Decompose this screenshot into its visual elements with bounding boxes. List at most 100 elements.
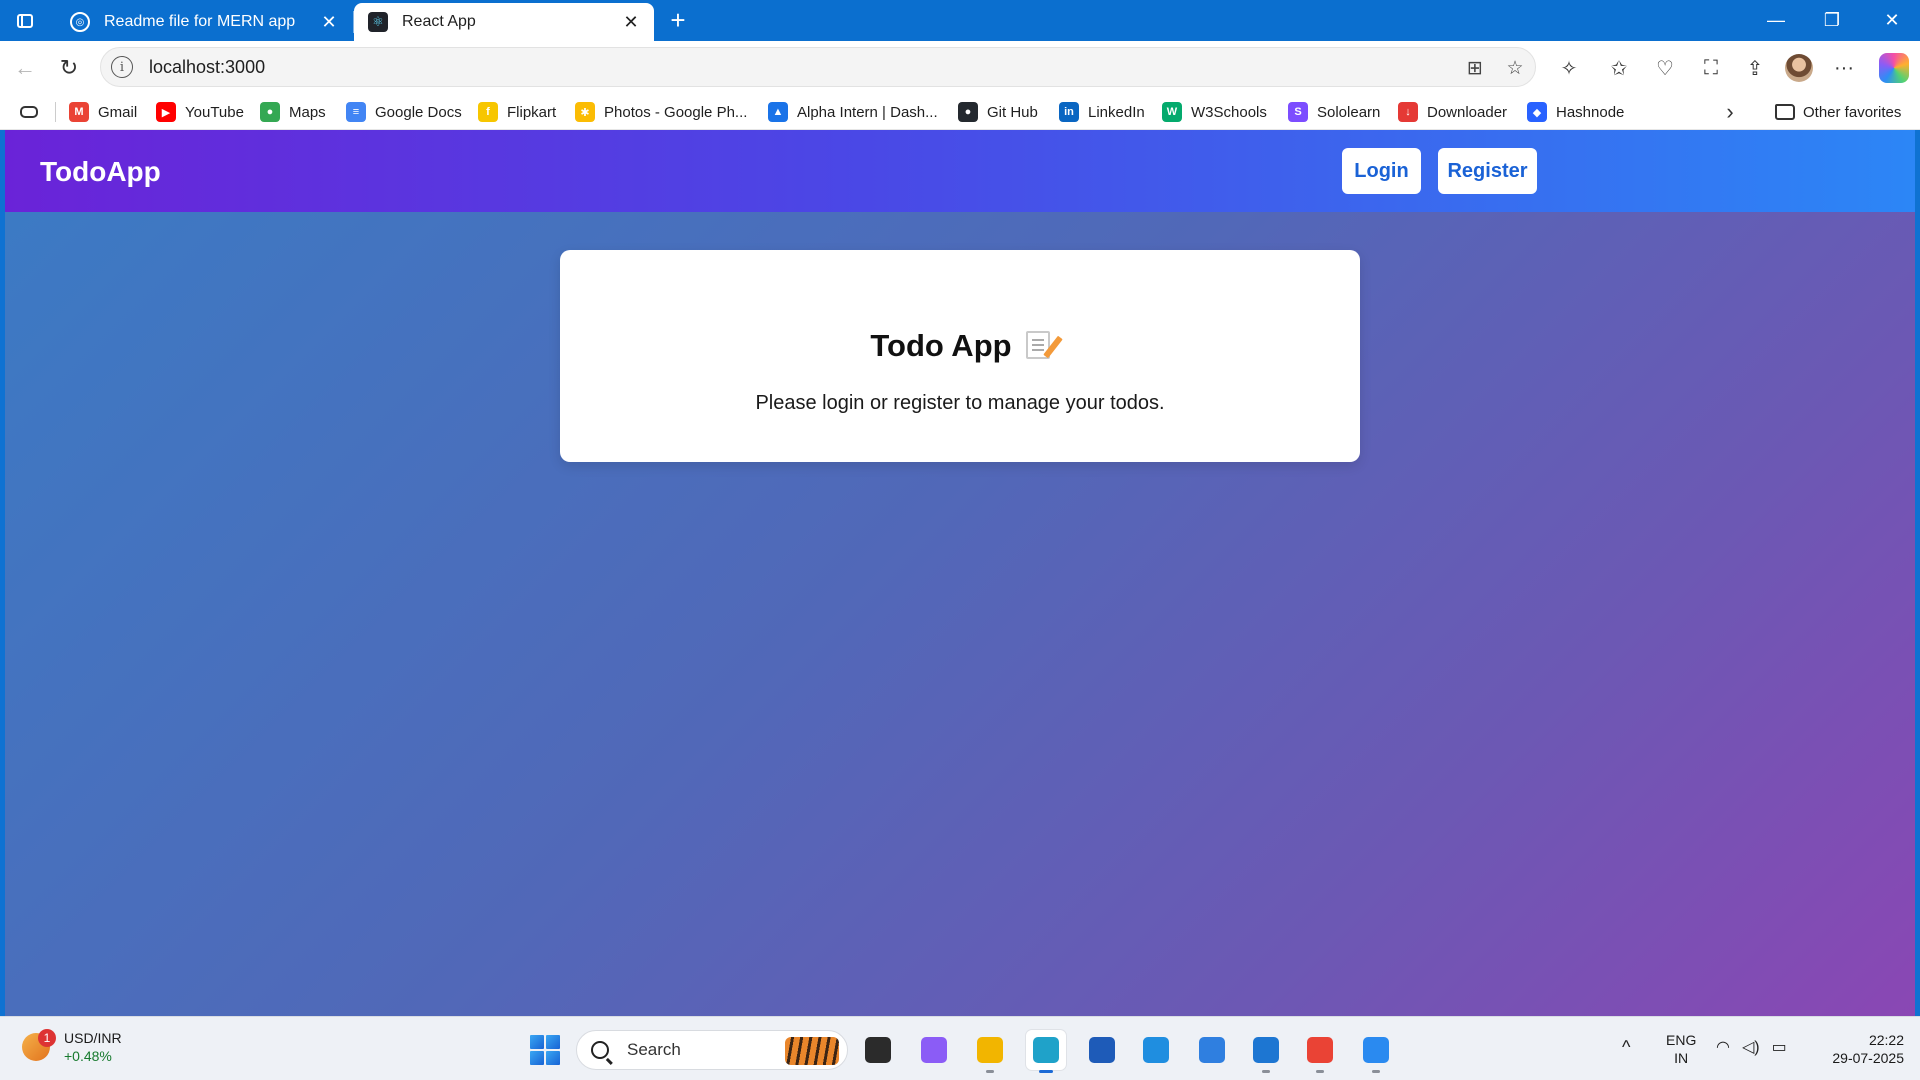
login-button[interactable]: Login: [1342, 148, 1421, 194]
search-icon: [591, 1041, 609, 1059]
copilot-icon[interactable]: [1879, 53, 1909, 83]
app-glyph: [865, 1037, 891, 1063]
app-glyph: [1089, 1037, 1115, 1063]
tab-actions-icon[interactable]: [12, 9, 38, 33]
taskbar-search[interactable]: Search: [576, 1030, 848, 1070]
myhp-icon[interactable]: [1136, 1030, 1176, 1070]
favorite-linkedin[interactable]: in LinkedIn: [1059, 100, 1145, 124]
maps-icon: ●: [260, 102, 280, 122]
favorite-w3schools[interactable]: W W3Schools: [1162, 100, 1267, 124]
favorite-alpha-intern-dash[interactable]: ▲ Alpha Intern | Dash...: [768, 100, 938, 124]
app-glyph: [1143, 1037, 1169, 1063]
get-help-icon[interactable]: [1192, 1030, 1232, 1070]
edge-icon[interactable]: [1026, 1030, 1066, 1073]
gmail-icon: M: [69, 102, 89, 122]
github-icon: ●: [958, 102, 978, 122]
back-button[interactable]: ←: [10, 53, 40, 83]
language-code: ENG: [1666, 1032, 1697, 1048]
app-brand[interactable]: TodoApp: [40, 156, 161, 188]
hashnode-icon: ◆: [1527, 102, 1547, 122]
running-indicator: [986, 1070, 994, 1073]
search-highlight-image: [785, 1037, 839, 1065]
close-tab-icon[interactable]: ✕: [320, 13, 338, 31]
favorite-label: YouTube: [185, 103, 244, 121]
favorite-photos-google-ph[interactable]: ✱ Photos - Google Ph...: [575, 100, 747, 124]
address-bar[interactable]: i localhost:3000 ⊞ ☆: [100, 47, 1536, 87]
system-tray[interactable]: ◠ ◁) ▭: [1716, 1037, 1787, 1057]
more-favorites-chevron-icon[interactable]: ›: [1718, 100, 1742, 124]
file-explorer-icon[interactable]: [970, 1030, 1010, 1073]
favorite-label: Downloader: [1427, 103, 1508, 121]
app-available-icon[interactable]: ⊞: [1463, 56, 1487, 80]
favorite-flipkart[interactable]: f Flipkart: [478, 100, 556, 124]
react-icon: ⚛: [368, 12, 388, 32]
favorite-gmail[interactable]: M Gmail: [69, 100, 137, 124]
restore-button[interactable]: ❐: [1804, 0, 1860, 41]
favorite-label: Hashnode: [1556, 103, 1625, 121]
favorite-label: Photos - Google Ph...: [604, 103, 748, 121]
language-region: IN: [1674, 1050, 1689, 1066]
vscode-icon[interactable]: [1246, 1030, 1286, 1073]
share-icon[interactable]: ⇪: [1740, 53, 1770, 83]
windows-start-icon[interactable]: [530, 1035, 560, 1065]
tab-title: React App: [402, 13, 476, 30]
photos-app-icon[interactable]: [1356, 1030, 1396, 1073]
profile-avatar[interactable]: [1785, 54, 1813, 82]
task-view-icon[interactable]: [858, 1030, 898, 1070]
screenshot-icon[interactable]: ⛶: [1696, 53, 1726, 83]
search-placeholder: Search: [627, 1040, 681, 1059]
card-message: Please login or register to manage your …: [755, 392, 1165, 414]
extensions-icon[interactable]: ✧: [1554, 53, 1584, 83]
favorite-label: Maps: [289, 103, 326, 121]
linkedin-icon: in: [1059, 102, 1079, 122]
minimize-button[interactable]: —: [1748, 0, 1804, 41]
notification-badge: 1: [38, 1029, 56, 1047]
microsoft-store-icon[interactable]: [1082, 1030, 1122, 1070]
favorite-label: Gmail: [98, 103, 138, 121]
register-button[interactable]: Register: [1438, 148, 1537, 194]
favorite-google-docs[interactable]: ≡ Google Docs: [346, 100, 462, 124]
taskbar-clock[interactable]: 22:22 29-07-2025: [1814, 1031, 1904, 1067]
flipkart-icon: f: [478, 102, 498, 122]
close-window-button[interactable]: ✕: [1864, 0, 1920, 41]
favorite-youtube[interactable]: ▶ YouTube: [156, 100, 244, 124]
chatgpt-icon: ◎: [70, 12, 90, 32]
new-tab-button[interactable]: +: [664, 6, 692, 34]
browser-essentials-icon[interactable]: ♡: [1650, 53, 1680, 83]
more-options-icon[interactable]: ···: [1829, 53, 1859, 83]
widgets-button[interactable]: 1 USD/INR +0.48%: [22, 1029, 122, 1065]
favorites-bar: M Gmail ▶ YouTube ● Maps ≡ Google Docs f Flipkart…: [0, 94, 1920, 130]
app-glyph: [1199, 1037, 1225, 1063]
running-indicator: [1316, 1070, 1324, 1073]
widget-value: +0.48%: [64, 1048, 112, 1064]
favorite-label: W3Schools: [1191, 103, 1267, 121]
tab-readme[interactable]: ◎ Readme file for MERN app ✕: [56, 3, 354, 41]
app-glyph: [977, 1037, 1003, 1063]
favorite-star-icon[interactable]: ☆: [1503, 56, 1527, 80]
favorite-downloader[interactable]: ↓ Downloader: [1398, 100, 1507, 124]
running-indicator: [1372, 1070, 1380, 1073]
address-url[interactable]: localhost:3000: [149, 57, 265, 78]
clock-date: 29-07-2025: [1832, 1050, 1904, 1066]
show-hidden-icons-chevron-icon[interactable]: ^: [1622, 1037, 1630, 1058]
favorite-maps[interactable]: ● Maps: [260, 100, 326, 124]
favorite-sololearn[interactable]: S Sololearn: [1288, 100, 1380, 124]
site-info-icon[interactable]: i: [111, 56, 133, 78]
main-content: Todo App Please login or register to man…: [5, 212, 1915, 1016]
collections-icon[interactable]: [18, 101, 40, 123]
other-favorites-label: Other favorites: [1803, 103, 1902, 121]
app-glyph: [1307, 1037, 1333, 1063]
favorite-label: Alpha Intern | Dash...: [797, 103, 938, 121]
close-tab-icon[interactable]: ✕: [622, 13, 640, 31]
tab-react-app[interactable]: ⚛ React App ✕: [354, 3, 654, 41]
favorite-git-hub[interactable]: ● Git Hub: [958, 100, 1038, 124]
reload-button[interactable]: ↻: [54, 53, 84, 83]
app-glyph: [921, 1037, 947, 1063]
favorite-label: Google Docs: [375, 103, 462, 121]
other-favorites-folder[interactable]: Other favorites: [1775, 100, 1901, 124]
input-language[interactable]: ENG IN: [1666, 1031, 1696, 1067]
favorites-icon[interactable]: ✩: [1604, 53, 1634, 83]
copilot-icon[interactable]: [914, 1030, 954, 1070]
favorite-hashnode[interactable]: ◆ Hashnode: [1527, 100, 1624, 124]
chrome-icon[interactable]: [1300, 1030, 1340, 1073]
